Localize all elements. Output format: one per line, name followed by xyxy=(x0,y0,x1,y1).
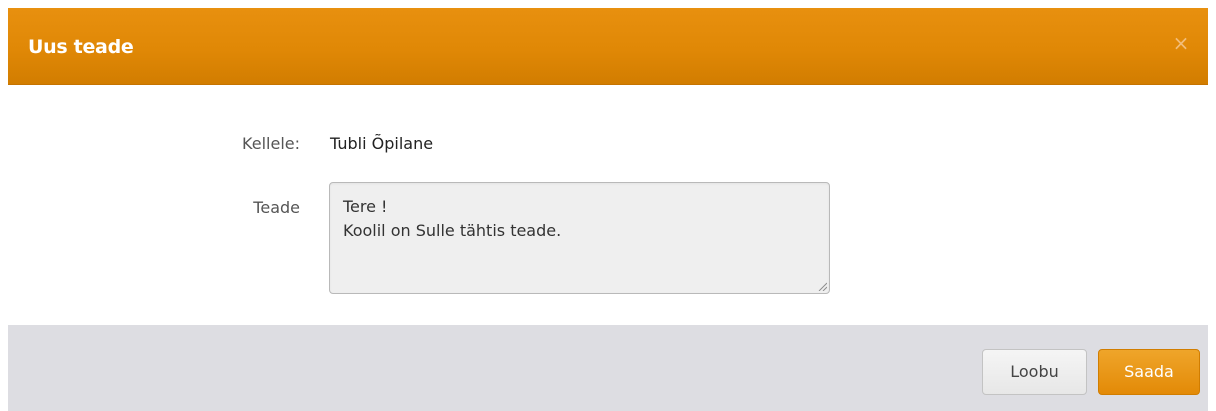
message-textarea[interactable]: Tere ! Koolil on Sulle tähtis teade. xyxy=(329,182,830,294)
message-line-1: Tere ! xyxy=(343,197,388,216)
close-button[interactable]: × xyxy=(1170,32,1192,54)
message-line-2: Koolil on Sulle tähtis teade. xyxy=(343,221,562,240)
send-button[interactable]: Saada xyxy=(1098,349,1200,395)
new-message-dialog: Uus teade × Kellele: Tubli Õpilane Teade… xyxy=(0,0,1216,411)
dialog-footer: Loobu Saada xyxy=(8,325,1208,411)
recipient-value: Tubli Õpilane xyxy=(330,134,434,153)
dialog-header: Uus teade × xyxy=(8,8,1208,85)
dialog-body: Kellele: Tubli Õpilane Teade Tere ! Kool… xyxy=(8,85,1208,325)
resize-grip-icon[interactable] xyxy=(815,279,827,291)
cancel-button[interactable]: Loobu xyxy=(982,349,1087,395)
dialog-title: Uus teade xyxy=(28,36,134,58)
recipient-label: Kellele: xyxy=(242,134,300,153)
message-label: Teade xyxy=(253,198,300,217)
close-icon[interactable]: × xyxy=(1173,31,1190,55)
